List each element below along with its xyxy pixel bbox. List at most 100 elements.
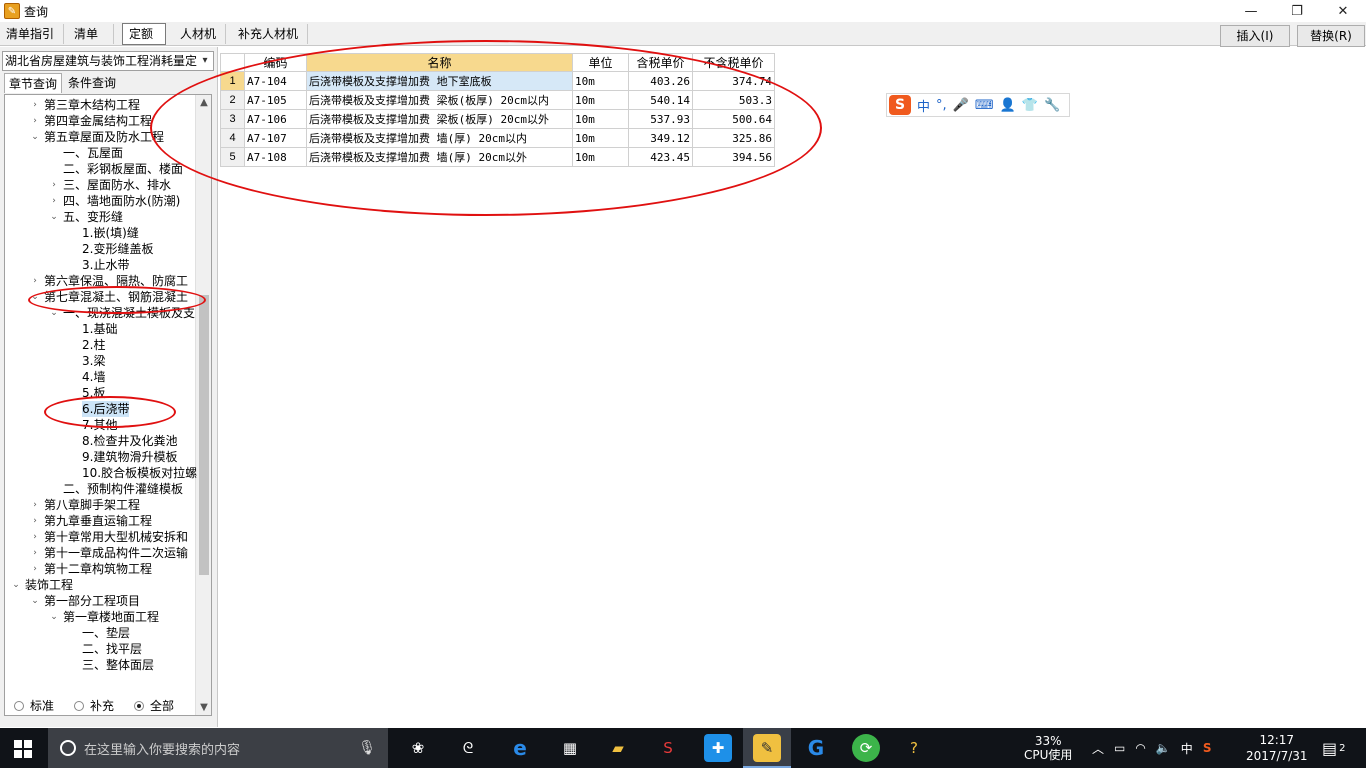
tab-bill[interactable]: 清单 xyxy=(68,24,114,44)
help-app-icon[interactable]: ? xyxy=(900,734,928,762)
tab-bill-guide[interactable]: 清单指引 xyxy=(0,24,64,44)
cell-unit[interactable]: 10m xyxy=(572,71,629,91)
cell-tax-price[interactable]: 349.12 xyxy=(628,128,693,148)
cell-tax-price[interactable]: 540.14 xyxy=(628,90,693,110)
cell-name[interactable]: 后浇带模板及支撑增加费 墙(厚) 20cm以内 xyxy=(306,128,573,148)
library-select[interactable]: 湖北省房屋建筑与装饰工程消耗量定 ▾ xyxy=(2,51,214,71)
tab-materials[interactable]: 人材机 xyxy=(174,24,226,44)
col-notax-price-header[interactable]: 不含税单价 xyxy=(692,53,775,72)
cell-name[interactable]: 后浇带模板及支撑增加费 地下室底板 xyxy=(306,71,573,91)
ime-mode[interactable]: 中 xyxy=(917,96,930,115)
subtab-chapter-query[interactable]: 章节查询 xyxy=(4,73,63,93)
tree-scrollbar[interactable]: ▲ ▼ xyxy=(195,95,211,715)
sogou-logo-icon[interactable]: S xyxy=(889,95,911,115)
tab-extra-materials[interactable]: 补充人材机 xyxy=(232,24,308,44)
task-view-icon[interactable]: ❀ xyxy=(404,734,432,762)
tree-expand-icon[interactable]: › xyxy=(30,561,40,577)
tree-expand-icon[interactable]: › xyxy=(30,545,40,561)
grid-row[interactable]: 4 A7-107 后浇带模板及支撑增加费 墙(厚) 20cm以内 10m 349.12 3… xyxy=(220,128,775,148)
cell-notax-price[interactable]: 325.86 xyxy=(692,128,775,148)
browser-swirl-icon[interactable]: ᘓ xyxy=(454,734,482,762)
ime-punct[interactable]: °, xyxy=(936,98,947,113)
store-icon[interactable]: ▦ xyxy=(556,734,584,762)
app-g-icon[interactable]: G xyxy=(802,734,830,762)
tree-expand-icon[interactable]: › xyxy=(49,193,59,209)
microphone-icon[interactable]: 🎙 xyxy=(358,740,376,756)
tree-expand-icon[interactable]: › xyxy=(49,177,59,193)
radio-standard[interactable]: 标准 xyxy=(14,697,54,714)
grid-row[interactable]: 1 A7-104 后浇带模板及支撑增加费 地下室底板 10m 403.26 374.74 xyxy=(220,71,775,91)
tab-quota[interactable]: 定额 xyxy=(122,23,166,45)
cpu-meter[interactable]: 33% CPU使用 xyxy=(1024,728,1072,768)
cell-name[interactable]: 后浇带模板及支撑增加费 梁板(板厚) 20cm以内 xyxy=(306,90,573,110)
grid-row[interactable]: 5 A7-108 后浇带模板及支撑增加费 墙(厚) 20cm以外 10m 423.45 3… xyxy=(220,147,775,167)
cell-tax-price[interactable]: 537.93 xyxy=(628,109,693,129)
tree-expand-icon[interactable]: ⌄ xyxy=(11,577,21,593)
tree-expand-icon[interactable]: › xyxy=(30,273,40,289)
app-green-icon[interactable]: ⟳ xyxy=(852,734,880,762)
ime-language[interactable]: 中 xyxy=(1181,740,1193,757)
col-tax-price-header[interactable]: 含税单价 xyxy=(628,53,693,72)
tree-expand-icon[interactable]: › xyxy=(30,97,40,113)
scroll-down-icon[interactable]: ▼ xyxy=(196,702,211,713)
tree-expand-icon[interactable]: ⌄ xyxy=(49,609,59,625)
app-red-icon[interactable]: S xyxy=(654,734,682,762)
sogou-tray-icon[interactable]: S xyxy=(1203,741,1212,755)
close-button[interactable]: ✕ xyxy=(1320,0,1366,22)
radio-all[interactable]: 全部 xyxy=(134,697,174,714)
subtab-condition-query[interactable]: 条件查询 xyxy=(64,73,120,93)
cell-unit[interactable]: 10m xyxy=(572,147,629,167)
cell-notax-price[interactable]: 503.3 xyxy=(692,90,775,110)
cell-unit[interactable]: 10m xyxy=(572,109,629,129)
wifi-icon[interactable]: ◠ xyxy=(1135,741,1145,755)
col-unit-header[interactable]: 单位 xyxy=(572,53,629,72)
tree-expand-icon[interactable]: › xyxy=(30,113,40,129)
cell-code[interactable]: A7-105 xyxy=(244,90,307,110)
notification-center-icon[interactable]: ▤ 2 xyxy=(1322,728,1346,768)
row-number[interactable]: 5 xyxy=(220,147,245,167)
edge-icon[interactable]: e xyxy=(506,734,534,762)
tree-expand-icon[interactable]: › xyxy=(30,529,40,545)
cell-code[interactable]: A7-107 xyxy=(244,128,307,148)
cell-notax-price[interactable]: 394.56 xyxy=(692,147,775,167)
cell-tax-price[interactable]: 423.45 xyxy=(628,147,693,167)
radio-extra[interactable]: 补充 xyxy=(74,697,114,714)
row-number[interactable]: 2 xyxy=(220,90,245,110)
tree-expand-icon[interactable]: ⌄ xyxy=(49,209,59,225)
cell-code[interactable]: A7-106 xyxy=(244,109,307,129)
cell-unit[interactable]: 10m xyxy=(572,90,629,110)
row-number[interactable]: 1 xyxy=(220,71,245,91)
battery-icon[interactable]: ▭ xyxy=(1114,741,1125,755)
minimize-button[interactable]: — xyxy=(1228,0,1274,22)
volume-icon[interactable]: 🔈 xyxy=(1156,741,1171,755)
tree-expand-icon[interactable]: ⌄ xyxy=(30,129,40,145)
file-explorer-icon[interactable]: ▰ xyxy=(604,734,632,762)
cell-notax-price[interactable]: 374.74 xyxy=(692,71,775,91)
wrench-icon[interactable]: 🔧 xyxy=(1044,98,1060,113)
tree-expand-icon[interactable]: ⌄ xyxy=(30,593,40,609)
skin-icon[interactable]: 👕 xyxy=(1022,98,1038,113)
cell-notax-price[interactable]: 500.64 xyxy=(692,109,775,129)
cell-unit[interactable]: 10m xyxy=(572,128,629,148)
cell-name[interactable]: 后浇带模板及支撑增加费 梁板(板厚) 20cm以外 xyxy=(306,109,573,129)
row-number[interactable]: 4 xyxy=(220,128,245,148)
taskbar-search[interactable]: 在这里输入你要搜索的内容 🎙 xyxy=(48,728,388,768)
windows-start-icon[interactable] xyxy=(14,740,32,758)
row-number[interactable]: 3 xyxy=(220,109,245,129)
clock[interactable]: 12:17 2017/7/31 xyxy=(1246,728,1308,768)
scroll-up-icon[interactable]: ▲ xyxy=(196,97,211,108)
insert-button[interactable]: 插入(I) xyxy=(1220,25,1290,47)
tree-expand-icon[interactable]: › xyxy=(30,513,40,529)
grid-row[interactable]: 2 A7-105 后浇带模板及支撑增加费 梁板(板厚) 20cm以内 10m 540.1… xyxy=(220,90,775,110)
chevron-up-icon[interactable]: ︿ xyxy=(1092,740,1104,757)
maximize-button[interactable]: ❐ xyxy=(1274,0,1320,22)
tree-expand-icon[interactable]: ⌄ xyxy=(49,305,59,321)
grid-row[interactable]: 3 A7-106 后浇带模板及支撑增加费 梁板(板厚) 20cm以外 10m 537.9… xyxy=(220,109,775,129)
chevron-down-icon[interactable]: ▾ xyxy=(197,52,213,70)
cell-name[interactable]: 后浇带模板及支撑增加费 墙(厚) 20cm以外 xyxy=(306,147,573,167)
cell-code[interactable]: A7-104 xyxy=(244,71,307,91)
scroll-thumb[interactable] xyxy=(199,295,209,575)
cell-code[interactable]: A7-108 xyxy=(244,147,307,167)
cell-tax-price[interactable]: 403.26 xyxy=(628,71,693,91)
replace-button[interactable]: 替换(R) xyxy=(1297,25,1365,47)
